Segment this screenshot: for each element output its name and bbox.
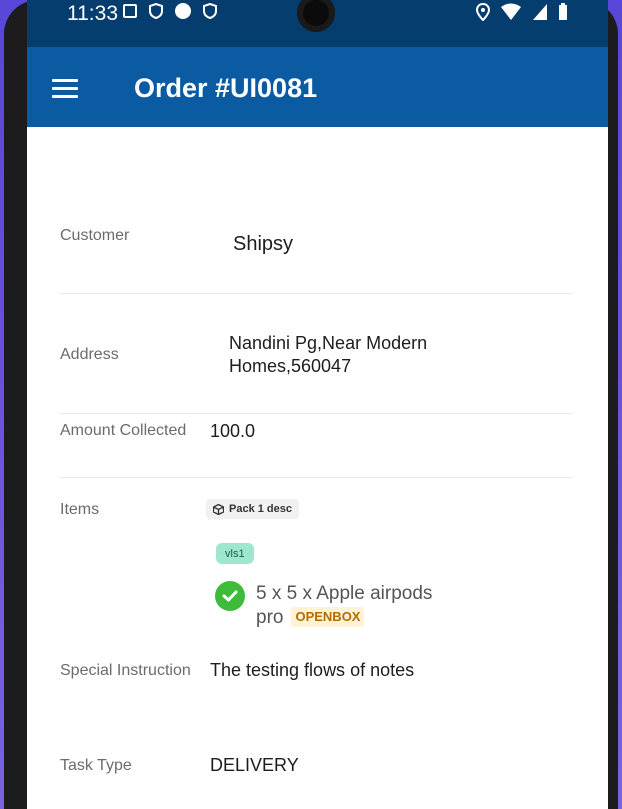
customer-label: Customer — [60, 227, 130, 244]
app-bar: Order #UI0081 — [27, 47, 608, 127]
status-bar: 11:33 — [27, 0, 608, 47]
order-details: Customer Shipsy Address Nandini Pg,Near … — [27, 127, 608, 809]
divider — [60, 477, 572, 478]
task-type-label: Task Type — [60, 757, 132, 774]
shield-icon — [149, 3, 163, 19]
shield-icon — [203, 3, 217, 19]
package-chip: Pack 1 desc — [206, 499, 299, 519]
item-line-1: 5 x 5 x Apple airpods — [256, 583, 433, 604]
openbox-badge: OPENBOX — [291, 607, 365, 627]
item-description: 5 x 5 x Apple airpods pro OPENBOX — [256, 582, 496, 630]
signal-icon — [533, 4, 547, 20]
vls-chip: vls1 — [216, 543, 254, 564]
amount-collected-value: 100.0 — [210, 421, 256, 441]
customer-value: Shipsy — [233, 233, 294, 255]
status-notification-icons — [123, 3, 217, 19]
battery-icon — [559, 3, 567, 20]
location-icon — [476, 3, 490, 21]
address-line-1: Nandini Pg,Near Modern — [229, 333, 428, 353]
divider — [60, 413, 572, 414]
address-line-2: Homes,560047 — [229, 356, 352, 376]
check-circle-icon — [215, 581, 245, 611]
status-system-icons — [476, 3, 568, 21]
page-title: Order #UI0081 — [134, 73, 318, 103]
task-type-value: DELIVERY — [210, 755, 299, 775]
front-camera — [297, 0, 335, 32]
amount-collected-label: Amount Collected — [60, 422, 187, 439]
package-chip-label: Pack 1 desc — [229, 503, 292, 515]
wifi-icon — [501, 3, 521, 20]
package-icon — [213, 503, 224, 515]
phone-screen: 11:33 Order #UI0081 Customer Shipsy Addr… — [27, 0, 608, 809]
special-instruction-value: The testing flows of notes — [210, 660, 415, 680]
address-label: Address — [60, 346, 119, 363]
notification-square-icon — [123, 4, 137, 18]
circle-icon — [175, 3, 191, 19]
item-line-2: pro — [256, 607, 284, 628]
special-instruction-label: Special Instruction — [60, 662, 191, 679]
divider — [60, 293, 572, 294]
menu-icon[interactable] — [52, 79, 78, 99]
items-label: Items — [60, 501, 100, 518]
status-time: 11:33 — [67, 2, 118, 25]
item-line-2-wrapper: pro OPENBOX — [256, 606, 496, 630]
